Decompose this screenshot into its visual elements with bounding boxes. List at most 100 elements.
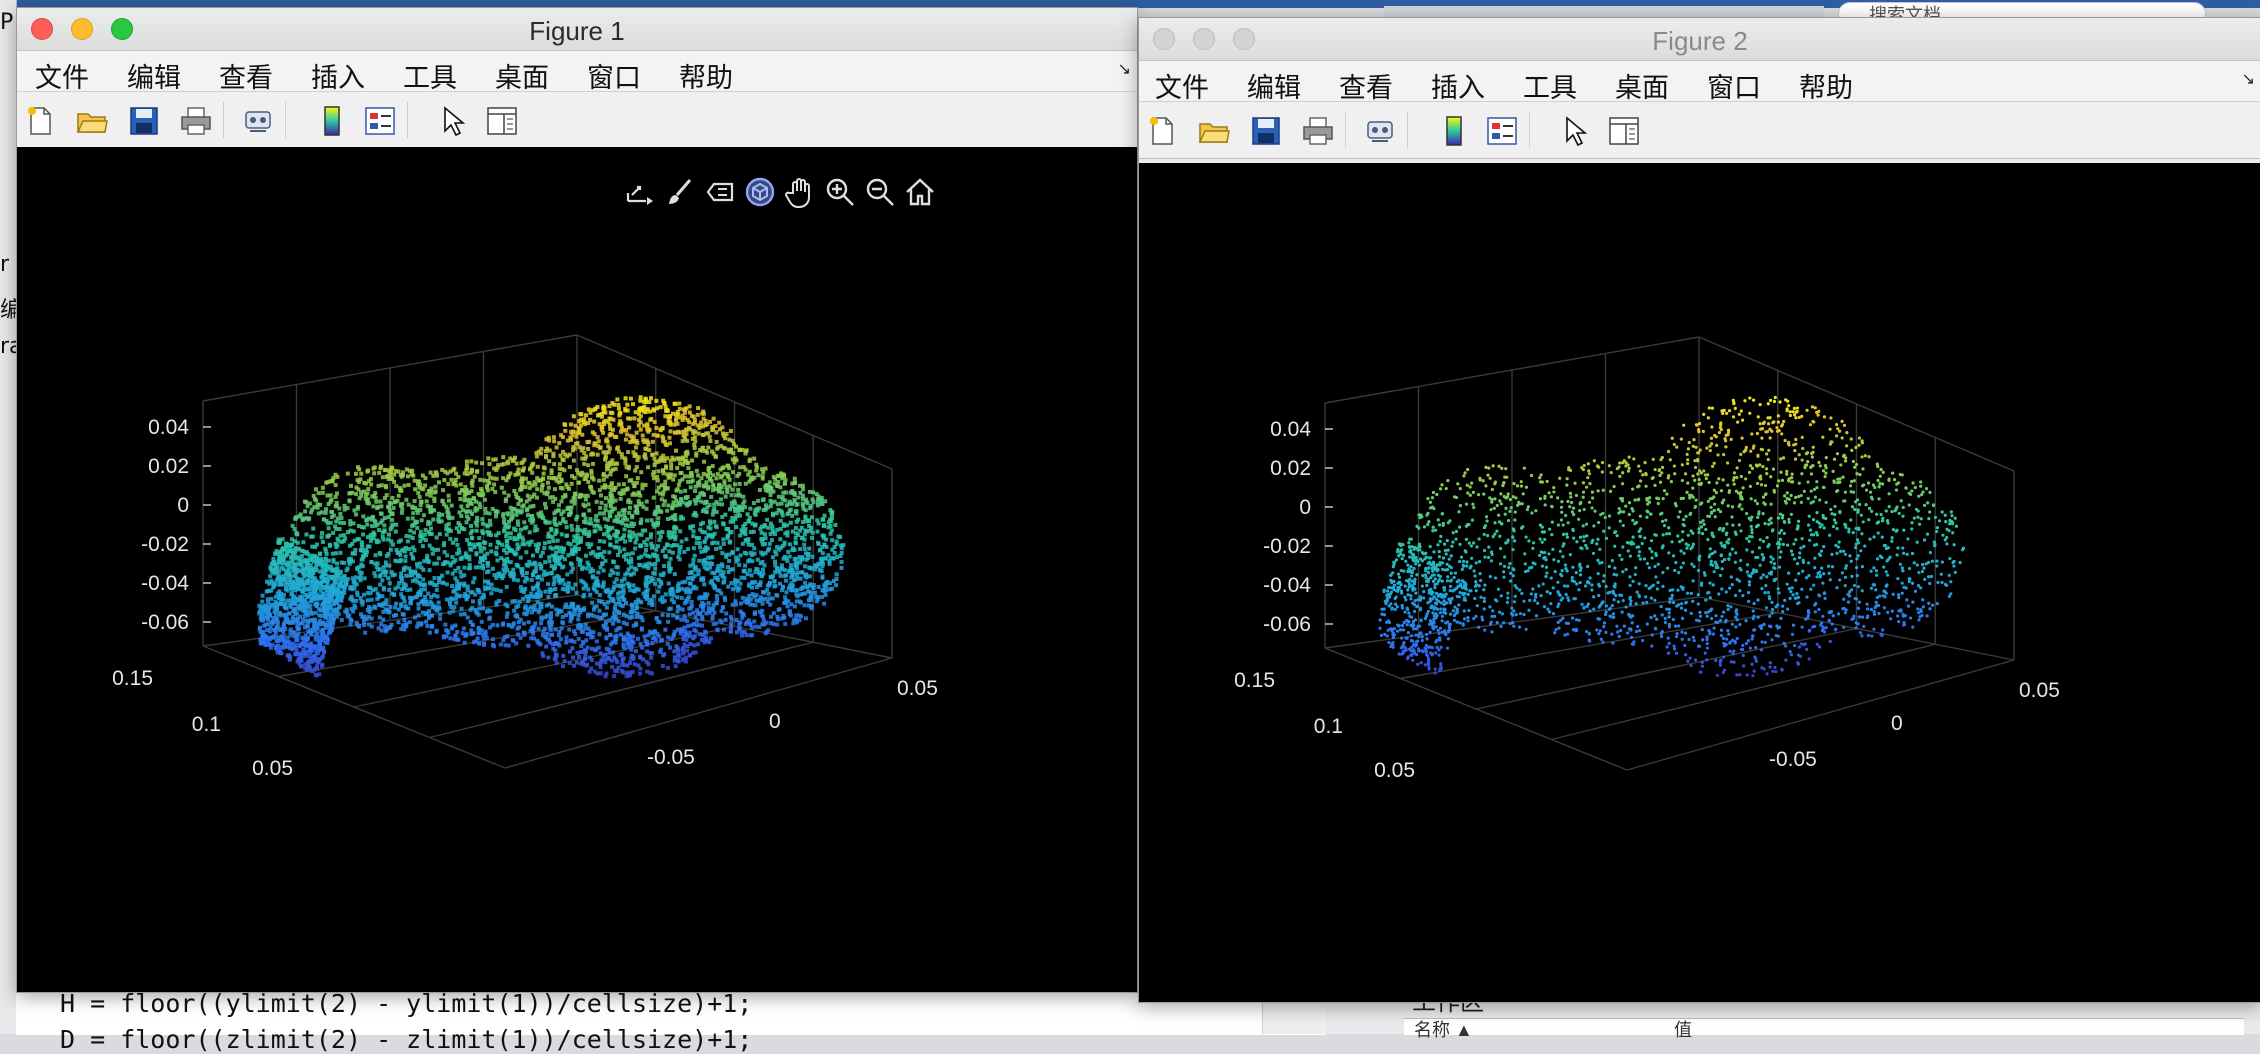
menu-help[interactable]: 帮助 <box>679 56 733 95</box>
surface-point <box>815 492 819 496</box>
surface-point <box>804 498 808 502</box>
code-line[interactable]: H = floor((ylimit(2) - ylimit(1))/cellsi… <box>60 989 752 1018</box>
title-bar[interactable]: Figure 1 <box>17 8 1137 51</box>
surface-point <box>639 414 643 418</box>
surface-point <box>793 557 797 561</box>
window-title: Figure 1 <box>17 16 1137 47</box>
surface-point <box>351 559 355 563</box>
surface-point <box>367 501 371 505</box>
legend-icon[interactable] <box>363 104 397 138</box>
surface-point <box>809 595 813 599</box>
surface-point <box>594 518 598 522</box>
surface-point <box>325 612 329 616</box>
surface-point <box>721 465 725 469</box>
surface-point <box>716 628 720 632</box>
surface-point <box>335 610 339 614</box>
menu-window[interactable]: 窗口 <box>587 56 641 95</box>
surface-point <box>734 525 738 529</box>
surface-point <box>505 615 509 619</box>
surface-point <box>674 449 678 453</box>
save-icon[interactable] <box>127 104 161 138</box>
property-editor-icon[interactable] <box>485 104 519 138</box>
open-folder-icon[interactable] <box>75 104 109 138</box>
surface-point <box>465 464 469 468</box>
surface-point <box>804 616 808 620</box>
surface-point <box>794 526 798 530</box>
surface-point <box>636 637 640 641</box>
surface-point <box>655 406 659 410</box>
surface-point <box>543 502 547 506</box>
menu-insert[interactable]: 插入 <box>311 56 365 95</box>
surface-point <box>764 536 768 540</box>
surface-point <box>637 503 641 507</box>
menu-tools[interactable]: 工具 <box>403 56 457 95</box>
surface-point <box>679 618 683 622</box>
menu-desktop[interactable]: 桌面 <box>495 56 549 95</box>
surface-point <box>681 580 685 584</box>
surface-point <box>821 551 825 555</box>
surface-point <box>742 499 746 503</box>
surface-point <box>810 536 814 540</box>
surface-point <box>673 431 677 435</box>
surface-point <box>408 529 412 533</box>
colorbar-icon[interactable] <box>315 104 349 138</box>
surface-point <box>371 515 375 519</box>
surface-point <box>354 512 358 516</box>
surface-point <box>572 629 576 633</box>
surface-point <box>411 474 415 478</box>
surface-point <box>673 572 677 576</box>
figure1-axes-svg[interactable]: 0.040.020-0.02-0.04-0.060.150.10.050.050… <box>17 147 1137 992</box>
surface-point <box>586 463 590 467</box>
pointer-icon[interactable] <box>435 104 469 138</box>
workspace-table[interactable] <box>1404 1018 2244 1035</box>
menu-view[interactable]: 查看 <box>219 56 273 95</box>
surface-point <box>279 614 283 618</box>
surface-point <box>657 531 661 535</box>
surface-point <box>262 624 266 628</box>
figure-window-1[interactable]: Figure 1 文件 编辑 查看 插入 工具 桌面 窗口 帮助 ↘ 0.040… <box>16 7 1138 993</box>
surface-point <box>384 598 388 602</box>
surface-point <box>560 532 564 536</box>
new-file-icon[interactable] <box>23 104 57 138</box>
surface-point <box>568 661 572 665</box>
surface-point <box>627 465 631 469</box>
axes-plot-area[interactable]: 0.040.020-0.02-0.04-0.060.150.10.050.050… <box>17 147 1137 992</box>
surface-point <box>504 643 508 647</box>
workspace-column-name[interactable]: 名称 ▲ <box>1414 1016 1473 1042</box>
surface-point <box>450 597 454 601</box>
surface-point <box>306 644 310 648</box>
surface-point <box>471 543 475 547</box>
surface-point <box>661 549 665 553</box>
surface-point <box>634 600 638 604</box>
surface-point <box>764 467 768 471</box>
surface-point <box>593 441 597 445</box>
surface-point <box>380 483 384 487</box>
menu-file[interactable]: 文件 <box>35 56 89 95</box>
surface-point <box>592 605 596 609</box>
surface-point <box>706 475 710 479</box>
dock-icon[interactable]: ↘ <box>1118 59 1131 79</box>
surface-point <box>672 526 676 530</box>
surface-point <box>536 465 540 469</box>
surface-point <box>501 455 505 459</box>
surface-point <box>602 532 606 536</box>
surface-point <box>471 599 475 603</box>
surface-point <box>577 655 581 659</box>
menu-edit[interactable]: 编辑 <box>127 56 181 95</box>
print-icon[interactable] <box>179 104 213 138</box>
workspace-column-value[interactable]: 值 <box>1674 1016 1692 1042</box>
surface-point <box>614 435 618 439</box>
surface-point <box>754 463 758 467</box>
surface-point <box>397 608 401 612</box>
surface-point <box>524 477 528 481</box>
code-line[interactable]: D = floor((zlimit(2) - zlimit(1))/cellsi… <box>60 1025 752 1054</box>
surface-point <box>554 509 558 513</box>
surface-point <box>406 517 410 521</box>
surface-point <box>665 509 669 513</box>
surface-point <box>587 563 591 567</box>
surface-point <box>748 458 752 462</box>
surface-point <box>385 602 389 606</box>
surface-point <box>399 592 403 596</box>
link-icon[interactable] <box>241 104 275 138</box>
surface-point <box>663 487 667 491</box>
